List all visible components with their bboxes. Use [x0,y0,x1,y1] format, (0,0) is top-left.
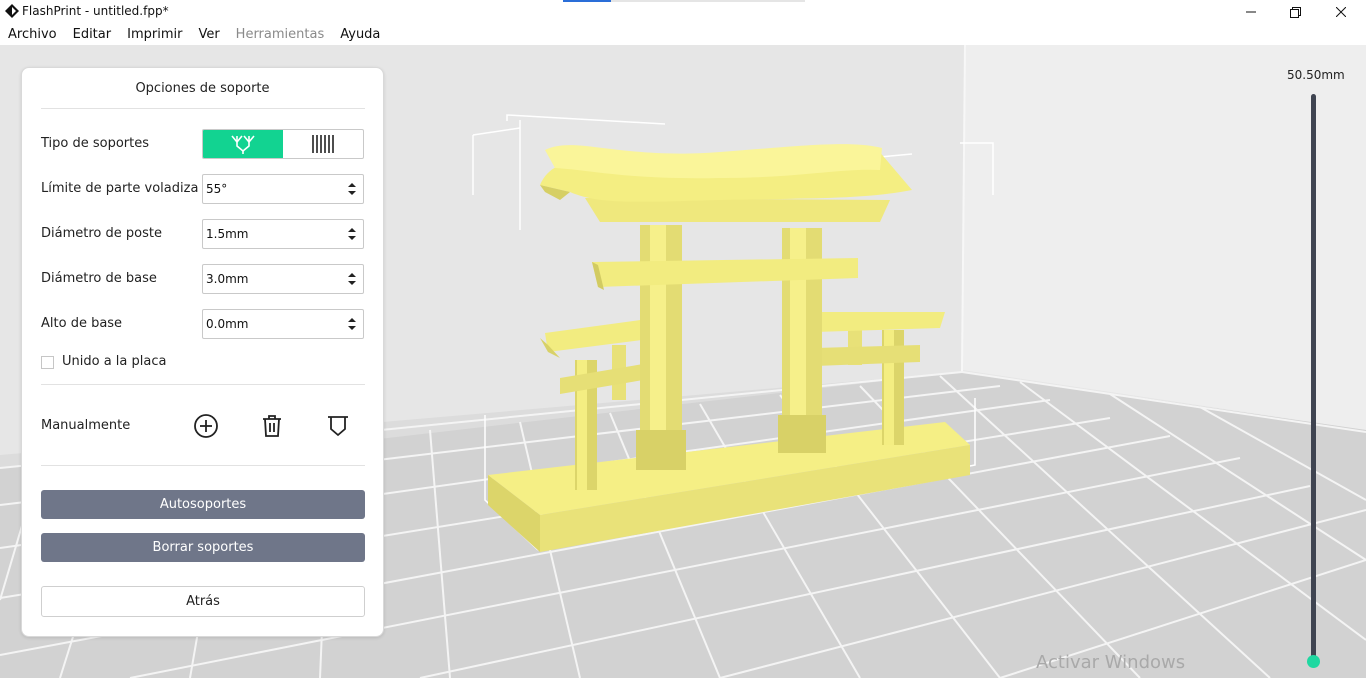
overhang-limit-label: Límite de parte voladiza [41,181,199,196]
spin-arrows-icon[interactable] [348,182,356,196]
support-type-label: Tipo de soportes [41,136,150,151]
support-options-panel: Opciones de soporte Tipo de soportes Lím… [21,67,384,637]
height-slider-handle[interactable] [1307,655,1320,668]
menu-archivo[interactable]: Archivo [8,24,57,45]
delete-support-button[interactable] [257,411,287,441]
clear-supports-button[interactable]: Borrar soportes [41,533,365,562]
menu-ayuda[interactable]: Ayuda [340,24,380,45]
linear-support-option[interactable] [283,130,363,158]
base-height-value: 0.0mm [206,317,249,331]
menu-imprimir[interactable]: Imprimir [127,24,182,45]
panel-title: Opciones de soporte [135,81,270,96]
support-type-toggle [202,129,364,159]
height-value-label: 50.50mm [1287,68,1345,82]
post-diameter-spinbox[interactable]: 1.5mm [202,219,364,249]
attach-plate-checkbox[interactable] [41,356,54,369]
minimize-icon [1246,11,1256,13]
divider [41,465,365,466]
overhang-limit-spinbox[interactable]: 55° [202,174,364,204]
windows-activation-watermark: Activar Windows [1036,652,1186,673]
minimize-button[interactable] [1228,0,1274,24]
tree-support-option[interactable] [203,130,283,158]
tree-support-icon [231,135,255,154]
auto-supports-button[interactable]: Autosoportes [41,490,365,519]
menu-editar[interactable]: Editar [73,24,112,45]
attach-plate-label: Unido a la placa [62,354,167,369]
tab-strip [563,0,805,2]
base-diameter-spinbox[interactable]: 3.0mm [202,264,364,294]
add-support-button[interactable] [191,411,221,441]
base-height-spinbox[interactable]: 0.0mm [202,309,364,339]
delete-support-icon [263,415,281,437]
base-diameter-label: Diámetro de base [41,271,157,286]
base-height-label: Alto de base [41,316,123,331]
post-diameter-label: Diámetro de poste [41,226,162,241]
menu-ver[interactable]: Ver [198,24,219,45]
spin-arrows-icon[interactable] [348,272,356,286]
linear-support-icon [312,135,334,153]
add-support-icon [194,414,218,438]
back-button[interactable]: Atrás [41,586,365,617]
clear-support-icon [328,416,348,437]
overhang-limit-value: 55° [206,182,228,196]
close-icon [1336,7,1346,17]
window-title: FlashPrint - untitled.fpp* [22,4,169,18]
menu-bar: Archivo Editar Imprimir Ver Herramientas… [0,24,1366,45]
maximize-button[interactable] [1272,0,1318,24]
clear-support-button[interactable] [323,411,353,441]
app-logo-icon [4,3,20,19]
title-bar: FlashPrint - untitled.fpp* [0,0,1366,24]
spin-arrows-icon[interactable] [348,227,356,241]
maximize-icon [1289,6,1301,18]
close-button[interactable] [1318,0,1364,24]
divider [41,108,365,109]
base-diameter-value: 3.0mm [206,272,249,286]
post-diameter-value: 1.5mm [206,227,249,241]
divider [41,384,365,385]
manual-label: Manualmente [41,418,131,433]
spin-arrows-icon[interactable] [348,317,356,331]
menu-herramientas[interactable]: Herramientas [236,24,325,45]
height-slider-track[interactable] [1311,94,1316,661]
